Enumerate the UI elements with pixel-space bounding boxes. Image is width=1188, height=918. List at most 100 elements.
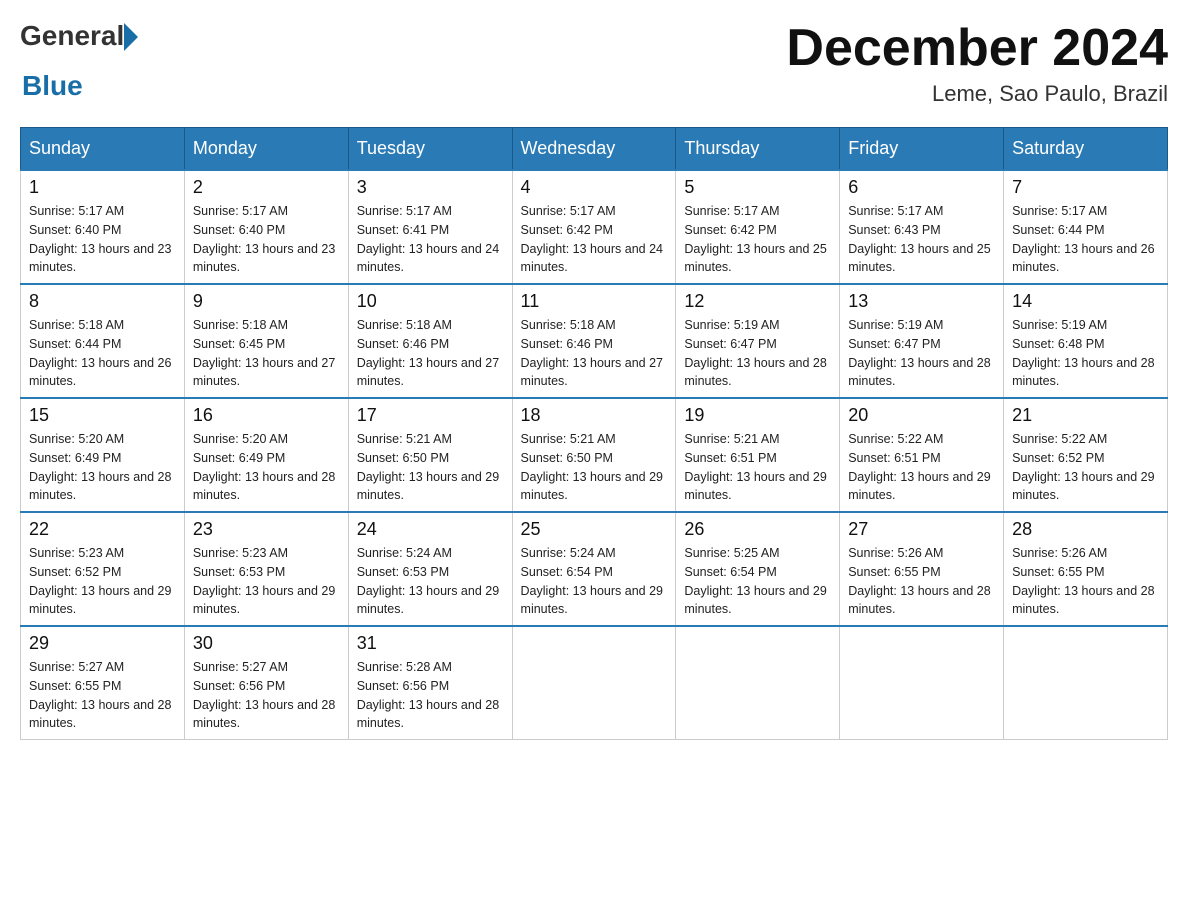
calendar-cell: 7 Sunrise: 5:17 AM Sunset: 6:44 PM Dayli… [1004,170,1168,284]
calendar-cell: 3 Sunrise: 5:17 AM Sunset: 6:41 PM Dayli… [348,170,512,284]
day-number: 23 [193,519,340,540]
day-info: Sunrise: 5:26 AM Sunset: 6:55 PM Dayligh… [848,544,995,619]
calendar-cell: 8 Sunrise: 5:18 AM Sunset: 6:44 PM Dayli… [21,284,185,398]
calendar-cell: 11 Sunrise: 5:18 AM Sunset: 6:46 PM Dayl… [512,284,676,398]
day-info: Sunrise: 5:18 AM Sunset: 6:46 PM Dayligh… [357,316,504,391]
calendar-table: Sunday Monday Tuesday Wednesday Thursday… [20,127,1168,740]
calendar-cell: 30 Sunrise: 5:27 AM Sunset: 6:56 PM Dayl… [184,626,348,740]
day-info: Sunrise: 5:20 AM Sunset: 6:49 PM Dayligh… [193,430,340,505]
day-number: 13 [848,291,995,312]
day-number: 4 [521,177,668,198]
col-monday: Monday [184,128,348,171]
logo-blue-text: Blue [22,70,138,102]
col-thursday: Thursday [676,128,840,171]
calendar-cell: 10 Sunrise: 5:18 AM Sunset: 6:46 PM Dayl… [348,284,512,398]
calendar-cell: 15 Sunrise: 5:20 AM Sunset: 6:49 PM Dayl… [21,398,185,512]
col-tuesday: Tuesday [348,128,512,171]
day-info: Sunrise: 5:17 AM Sunset: 6:43 PM Dayligh… [848,202,995,277]
day-info: Sunrise: 5:26 AM Sunset: 6:55 PM Dayligh… [1012,544,1159,619]
location-subtitle: Leme, Sao Paulo, Brazil [786,81,1168,107]
day-info: Sunrise: 5:28 AM Sunset: 6:56 PM Dayligh… [357,658,504,733]
day-number: 8 [29,291,176,312]
calendar-cell [512,626,676,740]
day-info: Sunrise: 5:17 AM Sunset: 6:42 PM Dayligh… [521,202,668,277]
calendar-cell: 28 Sunrise: 5:26 AM Sunset: 6:55 PM Dayl… [1004,512,1168,626]
day-number: 27 [848,519,995,540]
day-number: 16 [193,405,340,426]
day-number: 12 [684,291,831,312]
calendar-cell [676,626,840,740]
day-info: Sunrise: 5:22 AM Sunset: 6:52 PM Dayligh… [1012,430,1159,505]
day-number: 21 [1012,405,1159,426]
day-info: Sunrise: 5:19 AM Sunset: 6:48 PM Dayligh… [1012,316,1159,391]
calendar-cell [840,626,1004,740]
col-saturday: Saturday [1004,128,1168,171]
calendar-cell: 18 Sunrise: 5:21 AM Sunset: 6:50 PM Dayl… [512,398,676,512]
calendar-cell: 17 Sunrise: 5:21 AM Sunset: 6:50 PM Dayl… [348,398,512,512]
calendar-cell: 23 Sunrise: 5:23 AM Sunset: 6:53 PM Dayl… [184,512,348,626]
day-number: 6 [848,177,995,198]
day-number: 22 [29,519,176,540]
day-info: Sunrise: 5:21 AM Sunset: 6:50 PM Dayligh… [521,430,668,505]
calendar-cell: 4 Sunrise: 5:17 AM Sunset: 6:42 PM Dayli… [512,170,676,284]
day-number: 5 [684,177,831,198]
calendar-cell: 12 Sunrise: 5:19 AM Sunset: 6:47 PM Dayl… [676,284,840,398]
col-friday: Friday [840,128,1004,171]
calendar-cell [1004,626,1168,740]
day-number: 31 [357,633,504,654]
day-number: 17 [357,405,504,426]
calendar-cell: 13 Sunrise: 5:19 AM Sunset: 6:47 PM Dayl… [840,284,1004,398]
calendar-cell: 6 Sunrise: 5:17 AM Sunset: 6:43 PM Dayli… [840,170,1004,284]
calendar-cell: 25 Sunrise: 5:24 AM Sunset: 6:54 PM Dayl… [512,512,676,626]
day-info: Sunrise: 5:17 AM Sunset: 6:44 PM Dayligh… [1012,202,1159,277]
day-info: Sunrise: 5:23 AM Sunset: 6:52 PM Dayligh… [29,544,176,619]
day-number: 15 [29,405,176,426]
day-info: Sunrise: 5:17 AM Sunset: 6:40 PM Dayligh… [193,202,340,277]
calendar-header-row: Sunday Monday Tuesday Wednesday Thursday… [21,128,1168,171]
calendar-cell: 20 Sunrise: 5:22 AM Sunset: 6:51 PM Dayl… [840,398,1004,512]
day-info: Sunrise: 5:18 AM Sunset: 6:46 PM Dayligh… [521,316,668,391]
day-info: Sunrise: 5:17 AM Sunset: 6:41 PM Dayligh… [357,202,504,277]
calendar-cell: 26 Sunrise: 5:25 AM Sunset: 6:54 PM Dayl… [676,512,840,626]
day-info: Sunrise: 5:27 AM Sunset: 6:55 PM Dayligh… [29,658,176,733]
day-number: 1 [29,177,176,198]
day-number: 14 [1012,291,1159,312]
calendar-cell: 29 Sunrise: 5:27 AM Sunset: 6:55 PM Dayl… [21,626,185,740]
day-info: Sunrise: 5:21 AM Sunset: 6:50 PM Dayligh… [357,430,504,505]
day-number: 2 [193,177,340,198]
day-number: 9 [193,291,340,312]
day-info: Sunrise: 5:27 AM Sunset: 6:56 PM Dayligh… [193,658,340,733]
day-info: Sunrise: 5:24 AM Sunset: 6:54 PM Dayligh… [521,544,668,619]
calendar-week-row-5: 29 Sunrise: 5:27 AM Sunset: 6:55 PM Dayl… [21,626,1168,740]
day-info: Sunrise: 5:18 AM Sunset: 6:45 PM Dayligh… [193,316,340,391]
day-number: 29 [29,633,176,654]
calendar-week-row-1: 1 Sunrise: 5:17 AM Sunset: 6:40 PM Dayli… [21,170,1168,284]
day-info: Sunrise: 5:23 AM Sunset: 6:53 PM Dayligh… [193,544,340,619]
calendar-cell: 14 Sunrise: 5:19 AM Sunset: 6:48 PM Dayl… [1004,284,1168,398]
day-number: 19 [684,405,831,426]
day-number: 18 [521,405,668,426]
month-title: December 2024 [786,20,1168,77]
day-number: 30 [193,633,340,654]
day-number: 11 [521,291,668,312]
calendar-cell: 2 Sunrise: 5:17 AM Sunset: 6:40 PM Dayli… [184,170,348,284]
day-number: 3 [357,177,504,198]
logo-arrow-icon [124,23,138,51]
logo-general-text: General [20,20,124,52]
calendar-cell: 22 Sunrise: 5:23 AM Sunset: 6:52 PM Dayl… [21,512,185,626]
logo: General Blue [20,20,138,102]
day-info: Sunrise: 5:25 AM Sunset: 6:54 PM Dayligh… [684,544,831,619]
day-info: Sunrise: 5:24 AM Sunset: 6:53 PM Dayligh… [357,544,504,619]
calendar-week-row-2: 8 Sunrise: 5:18 AM Sunset: 6:44 PM Dayli… [21,284,1168,398]
calendar-cell: 19 Sunrise: 5:21 AM Sunset: 6:51 PM Dayl… [676,398,840,512]
day-number: 24 [357,519,504,540]
day-number: 7 [1012,177,1159,198]
calendar-cell: 9 Sunrise: 5:18 AM Sunset: 6:45 PM Dayli… [184,284,348,398]
day-info: Sunrise: 5:20 AM Sunset: 6:49 PM Dayligh… [29,430,176,505]
calendar-cell: 16 Sunrise: 5:20 AM Sunset: 6:49 PM Dayl… [184,398,348,512]
day-number: 20 [848,405,995,426]
day-number: 28 [1012,519,1159,540]
calendar-cell: 31 Sunrise: 5:28 AM Sunset: 6:56 PM Dayl… [348,626,512,740]
day-info: Sunrise: 5:21 AM Sunset: 6:51 PM Dayligh… [684,430,831,505]
day-info: Sunrise: 5:22 AM Sunset: 6:51 PM Dayligh… [848,430,995,505]
